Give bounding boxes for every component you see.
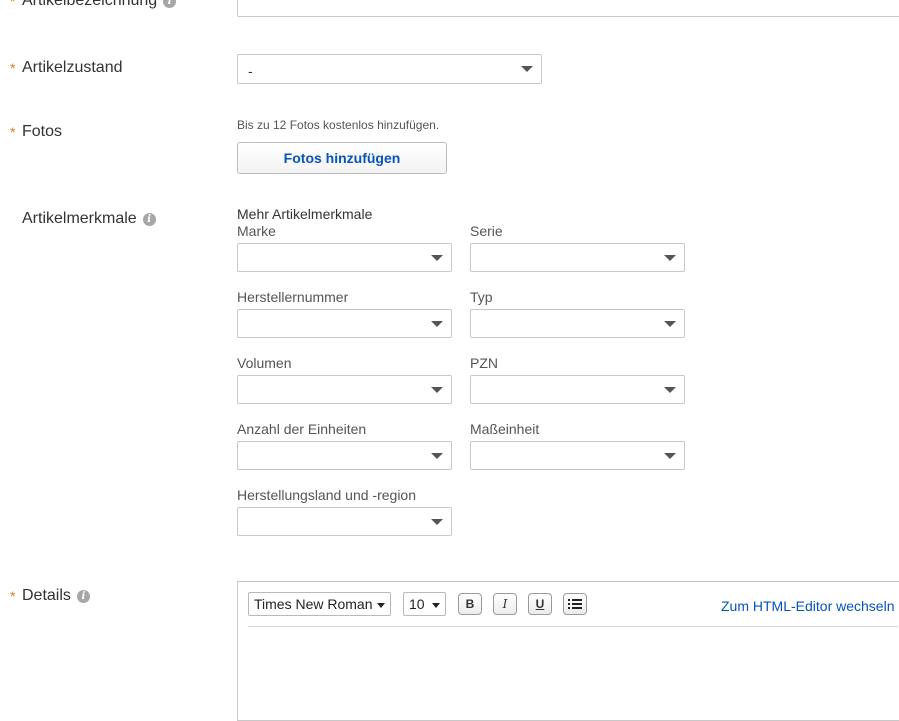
specifics-label: Artikelmerkmale [22,210,137,227]
info-icon[interactable]: i [76,589,90,603]
photos-label: Fotos [22,123,63,140]
field-label-serie: Serie [470,223,503,239]
chevron-down-icon [664,320,676,327]
condition-label: Artikelzustand [22,59,123,76]
specifics-heading: Mehr Artikelmerkmale [237,206,373,222]
chevron-down-icon [664,452,676,459]
details-label: Details [22,587,71,604]
title-input[interactable] [237,0,899,17]
title-row-label: * Artikelbezeichnung i [10,0,177,10]
photos-row-label: * Fotos [10,123,63,140]
chevron-down-icon [431,518,443,525]
field-label-volumen: Volumen [237,355,292,371]
toolbar-divider [248,626,898,627]
font-family-value: Times New Roman [254,596,373,612]
field-label-masseinheit: Maßeinheit [470,421,540,437]
bold-button[interactable]: B [458,593,482,615]
add-photos-button[interactable]: Fotos hinzufügen [237,142,447,174]
field-label-marke: Marke [237,223,276,239]
specifics-row-label: Artikelmerkmale i [10,210,156,228]
marke-select[interactable] [237,243,452,272]
chevron-down-icon [521,66,533,72]
field-label-herstellungsland: Herstellungsland und -region [237,487,416,503]
field-label-pzn: PZN [470,355,498,371]
details-row-label: * Details i [10,587,90,605]
font-family-select[interactable]: Times New Roman [248,592,391,616]
herstellungsland-select[interactable] [237,507,452,536]
field-label-typ: Typ [470,289,493,305]
masseinheit-select[interactable] [470,441,685,470]
chevron-down-icon [431,254,443,261]
herstellernummer-select[interactable] [237,309,452,338]
list-icon [568,599,582,609]
photos-hint: Bis zu 12 Fotos kostenlos hinzufügen. [237,118,440,132]
condition-select[interactable]: - [237,54,542,84]
serie-select[interactable] [470,243,685,272]
font-size-value: 10 [409,596,425,612]
bullet-list-button[interactable] [563,593,587,615]
html-editor-link[interactable]: Zum HTML-Editor wechseln [721,598,895,614]
italic-button[interactable]: I [493,593,517,615]
condition-row-label: * Artikelzustand [10,59,123,76]
underline-button[interactable]: U [528,593,552,615]
chevron-down-icon [431,452,443,459]
chevron-down-icon [431,386,443,393]
typ-select[interactable] [470,309,685,338]
chevron-down-icon [431,320,443,327]
title-label: Artikelbezeichnung [22,0,158,9]
condition-value: - [248,63,253,79]
chevron-down-icon [432,603,440,608]
volumen-select[interactable] [237,375,452,404]
anzahl-select[interactable] [237,441,452,470]
info-icon[interactable]: i [163,0,177,8]
chevron-down-icon [664,386,676,393]
pzn-select[interactable] [470,375,685,404]
info-icon[interactable]: i [142,212,156,226]
description-editor[interactable]: Times New Roman 10 B I U Zum HTML-Editor… [237,581,899,721]
chevron-down-icon [664,254,676,261]
font-size-select[interactable]: 10 [403,592,446,616]
field-label-anzahl: Anzahl der Einheiten [237,421,367,437]
chevron-down-icon [377,603,385,608]
field-label-herstellernummer: Herstellernummer [237,289,349,305]
